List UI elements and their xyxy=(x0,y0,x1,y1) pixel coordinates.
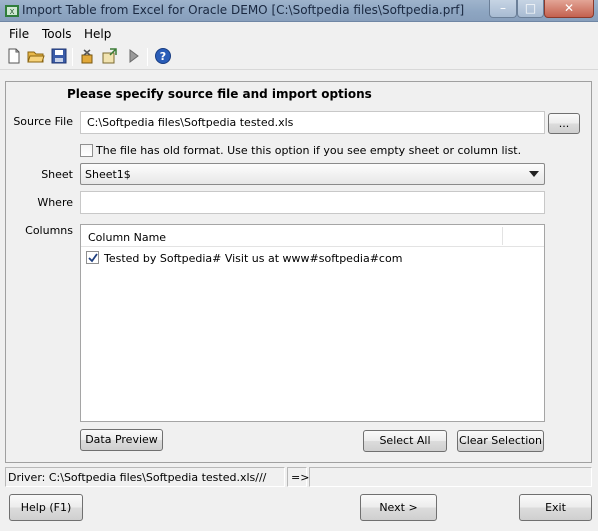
where-input[interactable] xyxy=(80,191,545,214)
status-arrow-text: => xyxy=(291,471,310,484)
old-format-label: The file has old format. Use this option… xyxy=(96,144,522,157)
menu-help[interactable]: Help xyxy=(84,27,111,41)
toolbar-separator xyxy=(147,48,148,66)
export-icon[interactable] xyxy=(101,47,119,65)
driver-status-text: Driver: C:\Softpedia files\Softpedia tes… xyxy=(8,471,267,484)
help-button[interactable]: Help (F1) xyxy=(9,494,83,521)
source-file-value: C:\Softpedia files\Softpedia tested.xls xyxy=(87,116,294,129)
header-divider xyxy=(502,227,503,245)
clear-selection-button[interactable]: Clear Selection xyxy=(457,430,544,452)
new-file-icon[interactable] xyxy=(5,47,23,65)
panel-heading: Please specify source file and import op… xyxy=(67,87,372,101)
old-format-checkbox[interactable] xyxy=(80,144,93,157)
help-icon[interactable]: ? xyxy=(154,47,172,65)
title-bar[interactable]: X Import Table from Excel for Oracle DEM… xyxy=(0,0,598,22)
toolbar-separator xyxy=(72,48,73,66)
column-item-label: Tested by Softpedia# Visit us at www#sof… xyxy=(104,252,403,265)
svg-text:?: ? xyxy=(160,50,166,63)
status-arrow: => xyxy=(287,467,310,487)
toolbar: ? xyxy=(0,44,598,70)
data-preview-button[interactable]: Data Preview xyxy=(80,429,163,451)
source-file-input[interactable]: C:\Softpedia files\Softpedia tested.xls xyxy=(80,111,545,134)
save-disk-icon[interactable] xyxy=(50,47,68,65)
target-status xyxy=(309,467,592,487)
columns-list-header: Column Name xyxy=(81,225,544,247)
svg-text:X: X xyxy=(10,8,15,16)
source-file-label: Source File xyxy=(13,115,73,128)
status-bar: Driver: C:\Softpedia files\Softpedia tes… xyxy=(5,467,592,487)
exit-button[interactable]: Exit xyxy=(519,494,592,521)
column-checkbox[interactable] xyxy=(86,251,99,264)
minimize-button[interactable]: – xyxy=(489,0,517,18)
sheet-select-value: Sheet1$ xyxy=(85,168,131,181)
where-label: Where xyxy=(37,196,73,209)
menu-bar: File Tools Help xyxy=(0,23,598,43)
browse-button[interactable]: ... xyxy=(548,113,580,134)
menu-file[interactable]: File xyxy=(9,27,29,41)
chevron-down-icon xyxy=(529,171,539,177)
open-folder-icon[interactable] xyxy=(27,47,45,65)
list-item[interactable]: Tested by Softpedia# Visit us at www#sof… xyxy=(86,251,402,266)
window-title: Import Table from Excel for Oracle DEMO … xyxy=(22,3,465,17)
select-all-button[interactable]: Select All xyxy=(363,430,447,452)
settings-icon[interactable] xyxy=(79,47,97,65)
checkmark-icon xyxy=(88,253,98,263)
driver-status: Driver: C:\Softpedia files\Softpedia tes… xyxy=(5,467,285,487)
column-name-header[interactable]: Column Name xyxy=(88,231,166,244)
run-arrow-icon[interactable] xyxy=(124,47,142,65)
columns-label: Columns xyxy=(25,224,73,237)
maximize-button[interactable]: □ xyxy=(517,0,544,18)
next-button[interactable]: Next > xyxy=(360,494,437,521)
sheet-select[interactable]: Sheet1$ xyxy=(80,163,545,185)
sheet-label: Sheet xyxy=(41,168,73,181)
close-button[interactable]: ✕ xyxy=(544,0,594,18)
menu-tools[interactable]: Tools xyxy=(42,27,72,41)
app-icon: X xyxy=(5,5,19,17)
